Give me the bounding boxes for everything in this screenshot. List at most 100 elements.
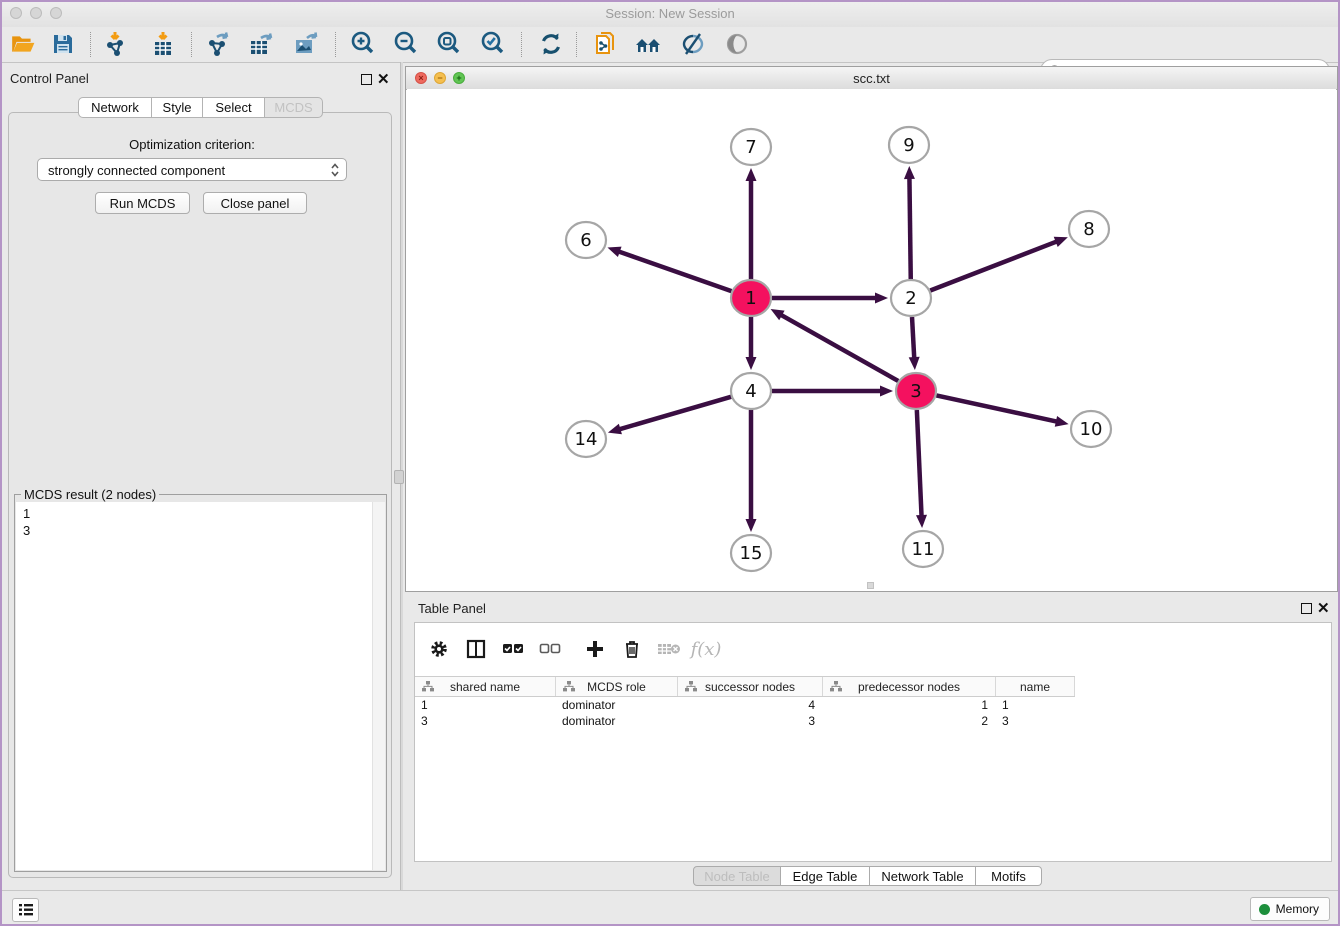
clone-network-button[interactable] xyxy=(590,29,620,59)
graph-edge-arrowhead xyxy=(746,357,757,370)
zoom-fit-button[interactable] xyxy=(434,29,464,59)
cell-name[interactable]: 3 xyxy=(996,714,1075,728)
panel-divider-grip[interactable] xyxy=(394,470,404,484)
main-titlebar: Session: New Session xyxy=(0,0,1340,28)
graph-edge-4-14[interactable] xyxy=(618,397,731,430)
graph-node-label: 6 xyxy=(580,230,591,251)
network-graph: 7968124314101511 xyxy=(407,89,1336,591)
import-network-button[interactable] xyxy=(100,29,130,59)
optimization-criterion-label: Optimization criterion: xyxy=(0,137,384,152)
cell-predecessor-nodes[interactable]: 2 xyxy=(823,714,996,728)
refresh-button[interactable] xyxy=(536,29,566,59)
select-all-button[interactable] xyxy=(495,634,531,664)
memory-button[interactable]: Memory xyxy=(1250,897,1330,921)
hierarchy-icon xyxy=(422,681,434,692)
toolbar-separator xyxy=(521,32,522,57)
tab-select[interactable]: Select xyxy=(203,97,265,118)
birds-eye-view-button[interactable] xyxy=(722,29,752,59)
zoom-fit-icon xyxy=(435,30,463,58)
hierarchy-icon xyxy=(563,681,575,692)
mcds-result-area[interactable]: 1 3 xyxy=(16,502,385,870)
graph-edge-arrowhead xyxy=(904,166,915,179)
save-icon xyxy=(51,32,75,56)
graph-edge-arrowhead xyxy=(746,519,757,532)
delete-table-button[interactable] xyxy=(651,634,687,664)
graph-node-label: 4 xyxy=(745,381,756,402)
control-panel-float-icon[interactable] xyxy=(361,74,372,85)
network-canvas[interactable]: 7968124314101511 xyxy=(407,89,1336,591)
tab-mcds[interactable]: MCDS xyxy=(265,97,323,118)
close-panel-button[interactable]: Close panel xyxy=(203,192,307,214)
table-header-row: shared name MCDS role successor nodes pr… xyxy=(415,676,1075,697)
network-title: scc.txt xyxy=(406,71,1337,86)
home-button[interactable] xyxy=(633,29,663,59)
graph-edge-2-9[interactable] xyxy=(909,177,910,279)
save-session-button[interactable] xyxy=(48,29,78,59)
tab-network[interactable]: Network xyxy=(78,97,152,118)
tab-network-table[interactable]: Network Table xyxy=(870,866,976,886)
export-table-button[interactable] xyxy=(246,29,276,59)
split-panel-icon xyxy=(466,639,486,659)
network-resize-grip[interactable] xyxy=(867,582,874,589)
column-label: successor nodes xyxy=(705,680,795,694)
export-image-button[interactable] xyxy=(291,29,321,59)
delete-column-button[interactable] xyxy=(614,634,650,664)
graphics-details-icon xyxy=(680,31,706,57)
table-panel-tabs: Node Table Edge Table Network Table Moti… xyxy=(693,866,1042,886)
zoom-selected-button[interactable] xyxy=(478,29,508,59)
import-table-button[interactable] xyxy=(148,29,178,59)
graph-edge-3-1[interactable] xyxy=(780,314,898,381)
open-file-button[interactable] xyxy=(8,29,38,59)
criterion-dropdown[interactable]: strongly connected component xyxy=(37,158,347,181)
graph-node-label: 3 xyxy=(910,381,921,402)
control-panel-close-icon[interactable]: ✕ xyxy=(377,74,390,85)
tab-edge-table[interactable]: Edge Table xyxy=(781,866,870,886)
tab-style[interactable]: Style xyxy=(152,97,203,118)
cell-successor-nodes[interactable]: 4 xyxy=(678,698,823,712)
graph-edge-1-6[interactable] xyxy=(618,251,732,291)
cell-predecessor-nodes[interactable]: 1 xyxy=(823,698,996,712)
table-panel-close-icon[interactable]: ✕ xyxy=(1317,603,1330,614)
function-builder-button[interactable]: f(x) xyxy=(688,634,724,664)
column-header-successor-nodes[interactable]: successor nodes xyxy=(678,677,823,696)
table-panel-float-icon[interactable] xyxy=(1301,603,1312,614)
add-column-button[interactable] xyxy=(577,634,613,664)
deselect-all-button[interactable] xyxy=(532,634,568,664)
graph-edge-2-3[interactable] xyxy=(912,317,914,359)
column-header-predecessor-nodes[interactable]: predecessor nodes xyxy=(823,677,996,696)
mcds-result-text: 1 3 xyxy=(23,505,30,539)
cell-mcds-role[interactable]: dominator xyxy=(556,698,678,712)
cell-shared-name[interactable]: 1 xyxy=(415,698,556,712)
zoom-out-button[interactable] xyxy=(391,29,421,59)
cell-shared-name[interactable]: 3 xyxy=(415,714,556,728)
graph-edge-3-11[interactable] xyxy=(917,410,922,517)
graph-edge-arrowhead xyxy=(916,515,927,528)
table-settings-button[interactable] xyxy=(421,634,457,664)
cell-mcds-role[interactable]: dominator xyxy=(556,714,678,728)
graph-node-label: 1 xyxy=(745,288,756,309)
tab-motifs[interactable]: Motifs xyxy=(976,866,1042,886)
network-titlebar[interactable]: × − + scc.txt xyxy=(406,67,1337,90)
graph-edge-3-10[interactable] xyxy=(936,395,1057,421)
run-mcds-button[interactable]: Run MCDS xyxy=(95,192,190,214)
export-network-button[interactable] xyxy=(203,29,233,59)
graph-edge-2-8[interactable] xyxy=(930,241,1057,290)
zoom-in-button[interactable] xyxy=(348,29,378,59)
task-history-button[interactable] xyxy=(12,898,39,922)
cell-name[interactable]: 1 xyxy=(996,698,1075,712)
graph-node-label: 10 xyxy=(1080,419,1103,440)
gear-icon xyxy=(429,639,449,659)
select-all-icon xyxy=(502,642,524,656)
cell-successor-nodes[interactable]: 3 xyxy=(678,714,823,728)
split-panel-button[interactable] xyxy=(458,634,494,664)
column-label: shared name xyxy=(450,680,520,694)
column-header-name[interactable]: name xyxy=(996,677,1075,696)
column-header-mcds-role[interactable]: MCDS role xyxy=(556,677,678,696)
graphics-details-button[interactable] xyxy=(678,29,708,59)
graph-node-label: 2 xyxy=(905,288,916,309)
mcds-result-scrollbar[interactable] xyxy=(372,502,385,870)
column-header-shared-name[interactable]: shared name xyxy=(415,677,556,696)
tab-node-table[interactable]: Node Table xyxy=(693,866,781,886)
table-row[interactable]: 1 dominator 4 1 1 xyxy=(415,697,1075,713)
table-row[interactable]: 3 dominator 3 2 3 xyxy=(415,713,1075,729)
